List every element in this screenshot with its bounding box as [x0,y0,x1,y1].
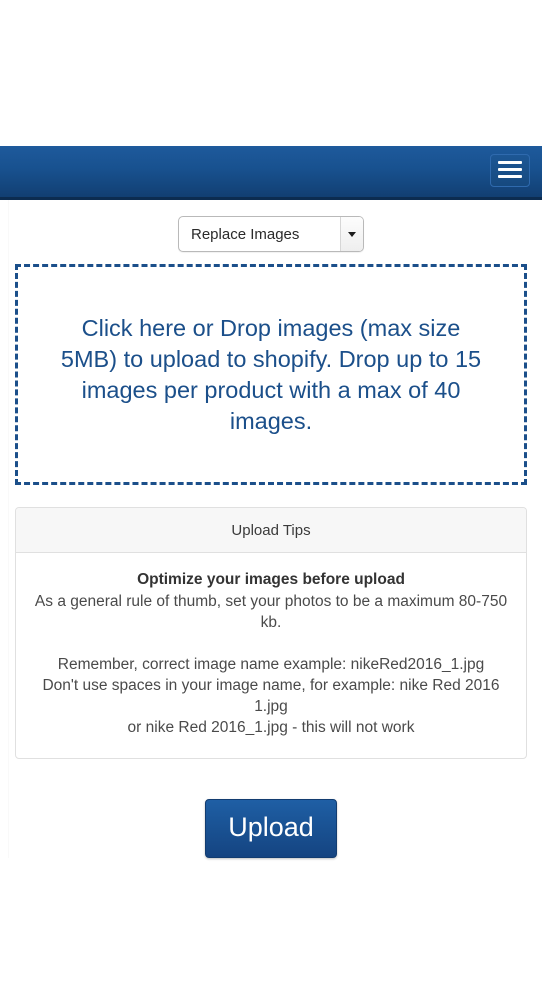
tip-optimize-detail: As a general rule of thumb, set your pho… [34,593,508,631]
tips-spacer [26,633,516,654]
page-root: Replace Images Click here or Drop images… [0,0,542,1008]
hamburger-icon-bar-2 [498,168,522,171]
dropzone-instructions: Click here or Drop images (max size 5MB)… [60,314,482,434]
upload-tips-body: Optimize your images before upload As a … [16,553,526,758]
image-mode-select[interactable]: Replace Images [178,216,364,252]
upload-button[interactable]: Upload [205,799,337,858]
hamburger-menu-button[interactable] [490,154,530,187]
upload-tips-header: Upload Tips [16,508,526,553]
image-mode-row: Replace Images [0,200,542,258]
viewport-top-gap [0,0,542,146]
image-dropzone[interactable]: Click here or Drop images (max size 5MB)… [15,264,527,485]
tip-naming-line-1: Remember, correct image name example: ni… [57,656,485,673]
upload-tips-panel: Upload Tips Optimize your images before … [15,507,527,759]
tip-optimize-heading: Optimize your images before upload [137,571,405,588]
hamburger-icon-bar-1 [498,161,522,164]
upload-action-row: Upload [0,759,542,858]
app-navbar [0,146,542,200]
hamburger-icon-bar-3 [498,175,522,178]
tip-naming-line-3: or nike Red 2016_1.jpg - this will not w… [127,719,415,736]
viewport-bottom-gap [0,858,542,1008]
image-mode-select-wrap: Replace Images [178,216,364,252]
container-left-edge [8,200,9,858]
tip-naming-line-2: Don't use spaces in your image name, for… [42,677,500,715]
main-content: Replace Images Click here or Drop images… [0,200,542,858]
